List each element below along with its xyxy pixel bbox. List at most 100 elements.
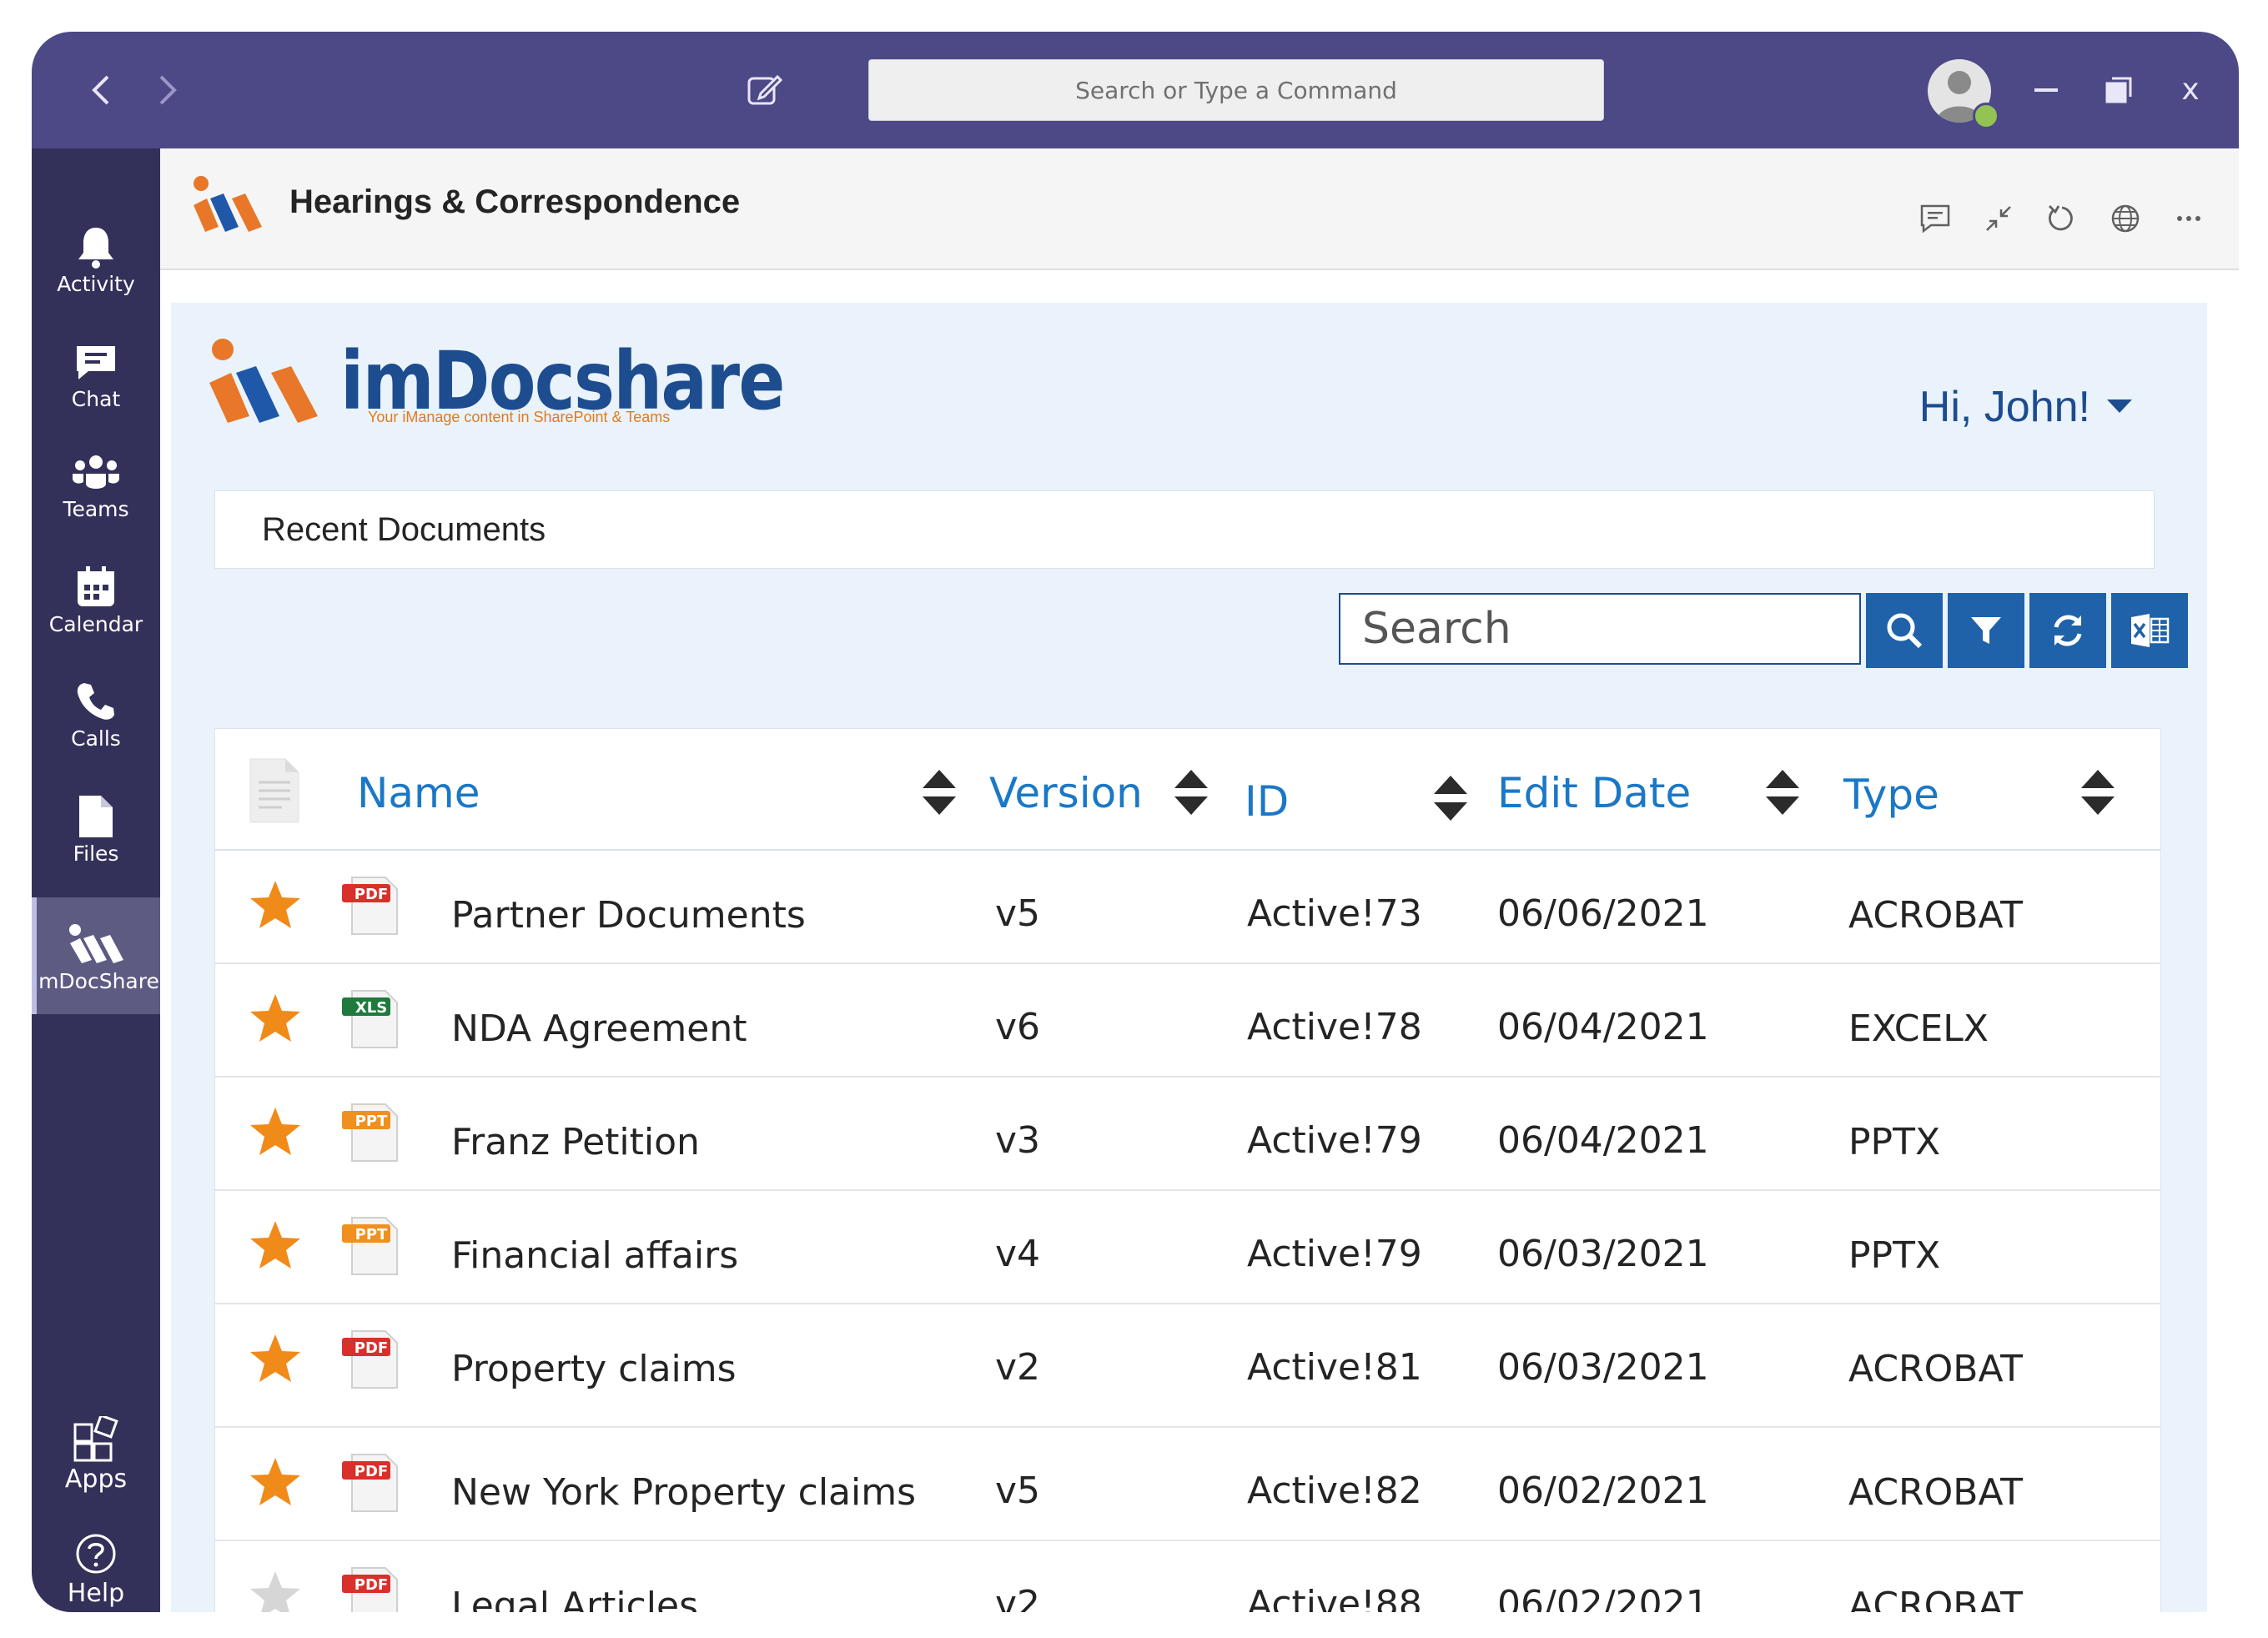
file-type-icon — [342, 877, 398, 935]
document-name[interactable]: New York Property claims — [451, 1471, 916, 1514]
document-name[interactable]: Partner Documents — [451, 894, 806, 937]
back-button[interactable] — [80, 69, 122, 111]
table-row[interactable]: PPT Financial affairs v4 Active!79 06/03/202… — [215, 1191, 2160, 1304]
refresh-button[interactable] — [2029, 593, 2106, 668]
sort-icon[interactable] — [1766, 766, 1799, 818]
rail-item-chat[interactable]: Chat — [32, 324, 160, 424]
document-name[interactable]: Franz Petition — [451, 1121, 700, 1163]
table-row[interactable]: PDF New York Property claims v5 Active!82 06… — [215, 1428, 2160, 1541]
favorite-star-icon[interactable] — [249, 1219, 302, 1271]
compose-button[interactable] — [741, 68, 787, 112]
document-id: Active!79 — [1247, 1233, 1422, 1275]
rail-item-teams[interactable]: Teams — [32, 434, 160, 534]
column-header-edit-date[interactable]: Edit Date — [1497, 769, 1691, 817]
table-row[interactable]: PPT Franz Petition v3 Active!79 06/04/2021 PP… — [215, 1078, 2160, 1191]
sort-icon[interactable] — [2081, 766, 2115, 818]
rail-item-imdocshare[interactable]: imDocShare — [32, 897, 160, 1014]
rail-item-calendar[interactable]: Calendar — [32, 549, 160, 649]
globe-icon — [2111, 204, 2140, 233]
document-name[interactable]: Legal Articles — [451, 1585, 698, 1612]
document-id: Active!79 — [1247, 1119, 1422, 1162]
sort-icon[interactable] — [1434, 772, 1467, 824]
favorite-star-icon[interactable] — [249, 992, 302, 1044]
file-type-badge-label: PPT — [355, 1113, 388, 1130]
close-button[interactable]: x — [2174, 70, 2207, 108]
rail-label-apps: Apps — [64, 1464, 128, 1494]
table-row[interactable]: PDF Legal Articles v2 Active!88 06/02/2021 AC… — [215, 1541, 2160, 1612]
doc-search-input[interactable] — [1339, 593, 1861, 665]
rail-label-calls: Calls — [71, 726, 121, 751]
rail-label-activity: Activity — [57, 271, 135, 296]
sort-icon[interactable] — [1174, 766, 1208, 818]
rail-item-calls[interactable]: Calls — [32, 663, 160, 763]
column-header-id[interactable]: ID — [1245, 777, 1289, 826]
column-header-type[interactable]: Type — [1843, 771, 1939, 819]
rail-item-files[interactable]: Files — [32, 778, 160, 878]
document-type: ACROBAT — [1848, 1585, 2023, 1612]
document-name[interactable]: NDA Agreement — [451, 1007, 747, 1050]
file-type-icon — [342, 1330, 398, 1389]
document-name[interactable]: Financial affairs — [451, 1234, 738, 1277]
document-type: ACROBAT — [1848, 1471, 2023, 1514]
caret-down-icon — [2107, 399, 2132, 413]
teams-window: Search or Type a Command x Activity Chat… — [32, 32, 2239, 1612]
recent-documents-title: Recent Documents — [262, 511, 546, 548]
file-type-badge-label: PDF — [354, 1339, 389, 1357]
teams-icon — [73, 455, 119, 489]
document-version: v3 — [995, 1119, 1041, 1162]
document-type: ACROBAT — [1848, 894, 2023, 937]
column-header-name[interactable]: Name — [357, 769, 480, 817]
favorite-star-icon[interactable] — [249, 879, 302, 931]
table-row[interactable]: PDF Partner Documents v5 Active!73 06/06/202… — [215, 851, 2160, 964]
conversation-button[interactable] — [1917, 200, 1954, 237]
export-excel-button[interactable] — [2111, 593, 2188, 668]
doc-toolbar — [1339, 593, 2188, 668]
command-search-box[interactable]: Search or Type a Command — [868, 59, 1604, 121]
document-id: Active!78 — [1247, 1006, 1422, 1048]
favorite-star-icon[interactable] — [249, 1106, 302, 1158]
rail-label-help: Help — [67, 1578, 125, 1608]
rail-item-activity[interactable]: Activity — [32, 209, 160, 309]
documents-table: Name Version ID Edit Date Type PDF Partne… — [214, 728, 2161, 1612]
rail-item-help[interactable]: Help — [32, 1518, 160, 1612]
refresh-icon — [2054, 615, 2082, 646]
search-button[interactable] — [1866, 593, 1943, 668]
minimize-button[interactable] — [2029, 78, 2063, 103]
table-row[interactable]: XLS NDA Agreement v6 Active!78 06/04/2021 EXC… — [215, 964, 2160, 1078]
user-menu[interactable]: Hi, John! — [1919, 382, 2132, 432]
rail-item-apps[interactable]: Apps — [32, 1404, 160, 1504]
sort-icon[interactable] — [923, 766, 956, 818]
restore-icon — [2105, 77, 2132, 103]
restore-button[interactable] — [2100, 72, 2137, 108]
document-icon — [249, 758, 299, 823]
forward-button[interactable] — [147, 69, 189, 111]
popin-button[interactable] — [1980, 200, 2017, 237]
apps-icon — [73, 1415, 118, 1461]
document-type: ACROBAT — [1848, 1348, 2023, 1390]
more-icon — [2177, 216, 2200, 221]
close-label: x — [2181, 72, 2200, 107]
document-type: PPTX — [1848, 1121, 1941, 1163]
favorite-star-icon[interactable] — [249, 1333, 302, 1384]
filter-button[interactable] — [1948, 593, 2024, 668]
rail-label-imdocshare: imDocShare — [33, 968, 159, 993]
document-version: v4 — [995, 1233, 1041, 1275]
file-type-badge-label: XLS — [355, 999, 388, 1017]
greeting-text: Hi, John! — [1918, 383, 2090, 431]
column-header-version[interactable]: Version — [989, 769, 1143, 817]
recent-documents-header: Recent Documents — [214, 490, 2155, 569]
favorite-star-icon[interactable] — [249, 1456, 302, 1508]
document-name[interactable]: Property claims — [451, 1348, 737, 1390]
table-row[interactable]: PDF Property claims v2 Active!81 06/03/2021 A… — [215, 1304, 2160, 1428]
document-type: PPTX — [1848, 1234, 1941, 1277]
document-version: v2 — [995, 1583, 1041, 1612]
favorite-star-icon[interactable] — [249, 1570, 302, 1612]
file-type-badge-label: PDF — [354, 1463, 389, 1480]
more-options-button[interactable] — [2170, 200, 2207, 237]
chevron-left-icon — [92, 75, 109, 105]
table-header: Name Version ID Edit Date Type — [215, 729, 2160, 851]
document-edit-date: 06/04/2021 — [1497, 1119, 1709, 1162]
brand-tagline: Your iManage content in SharePoint & Tea… — [368, 409, 671, 425]
reload-button[interactable] — [2044, 200, 2080, 237]
open-in-browser-button[interactable] — [2107, 200, 2144, 237]
